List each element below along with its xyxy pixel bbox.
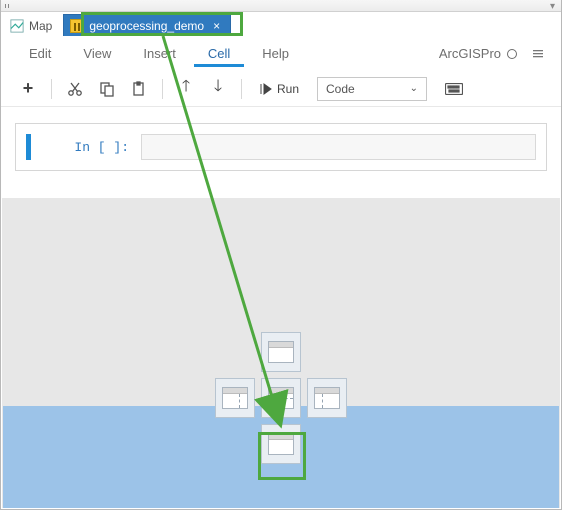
notebook-icon	[70, 19, 84, 33]
chevron-down-icon: ⌄	[410, 83, 418, 94]
celltype-value: Code	[326, 82, 355, 96]
menu-insert[interactable]: Insert	[129, 40, 190, 67]
dock-slot-right[interactable]	[307, 378, 347, 418]
tab-notebook[interactable]: geoprocessing_demo ×	[63, 14, 231, 36]
move-up-button[interactable]: 🡑	[171, 76, 201, 102]
run-button-label: Run	[277, 82, 299, 96]
chevron-down-icon[interactable]: ▾	[550, 1, 555, 12]
dock-slot-bottom[interactable]	[261, 424, 301, 464]
dock-slot-center[interactable]	[261, 378, 301, 418]
notebook-area: In [ ]:	[1, 107, 561, 195]
menu-view[interactable]: View	[69, 40, 125, 67]
tab-notebook-label: geoprocessing_demo	[89, 19, 204, 33]
run-button[interactable]: Run	[250, 76, 309, 102]
cell-input[interactable]	[141, 134, 536, 160]
close-icon[interactable]: ×	[213, 19, 220, 33]
notebook-cell[interactable]: In [ ]:	[26, 134, 536, 160]
dock-slot-top[interactable]	[261, 332, 301, 372]
toolbar: + 🡑 🡓 Run Code ⌄	[1, 71, 561, 107]
cell-prompt: In [ ]:	[31, 134, 141, 160]
move-down-button[interactable]: 🡓	[203, 76, 233, 102]
map-icon	[10, 19, 24, 33]
branding-label: ArcGISPro	[439, 46, 517, 61]
celltype-select[interactable]: Code ⌄	[317, 77, 427, 101]
grip-icon	[5, 4, 11, 8]
menu-cell[interactable]: Cell	[194, 40, 244, 67]
notebook-shell: In [ ]:	[15, 123, 547, 171]
status-circle-icon	[507, 49, 517, 59]
window-chrome-top: ▾	[1, 0, 561, 12]
tab-map[interactable]: Map	[3, 14, 63, 36]
dock-target-cross	[208, 332, 354, 478]
separator	[241, 79, 242, 99]
branding-text: ArcGISPro	[439, 46, 501, 61]
tab-map-label: Map	[29, 19, 52, 33]
document-tabs: Map geoprocessing_demo ×	[1, 12, 561, 37]
menu-overflow-icon[interactable]	[529, 41, 547, 67]
add-cell-button[interactable]: +	[13, 76, 43, 102]
copy-button[interactable]	[92, 76, 122, 102]
dock-canvas	[2, 198, 560, 508]
menu-edit[interactable]: Edit	[15, 40, 65, 67]
separator	[51, 79, 52, 99]
menu-help[interactable]: Help	[248, 40, 303, 67]
cut-button[interactable]	[60, 76, 90, 102]
separator	[162, 79, 163, 99]
menubar: Edit View Insert Cell Help ArcGISPro	[1, 37, 561, 71]
dock-slot-left[interactable]	[215, 378, 255, 418]
keyboard-button[interactable]	[439, 76, 469, 102]
paste-button[interactable]	[124, 76, 154, 102]
